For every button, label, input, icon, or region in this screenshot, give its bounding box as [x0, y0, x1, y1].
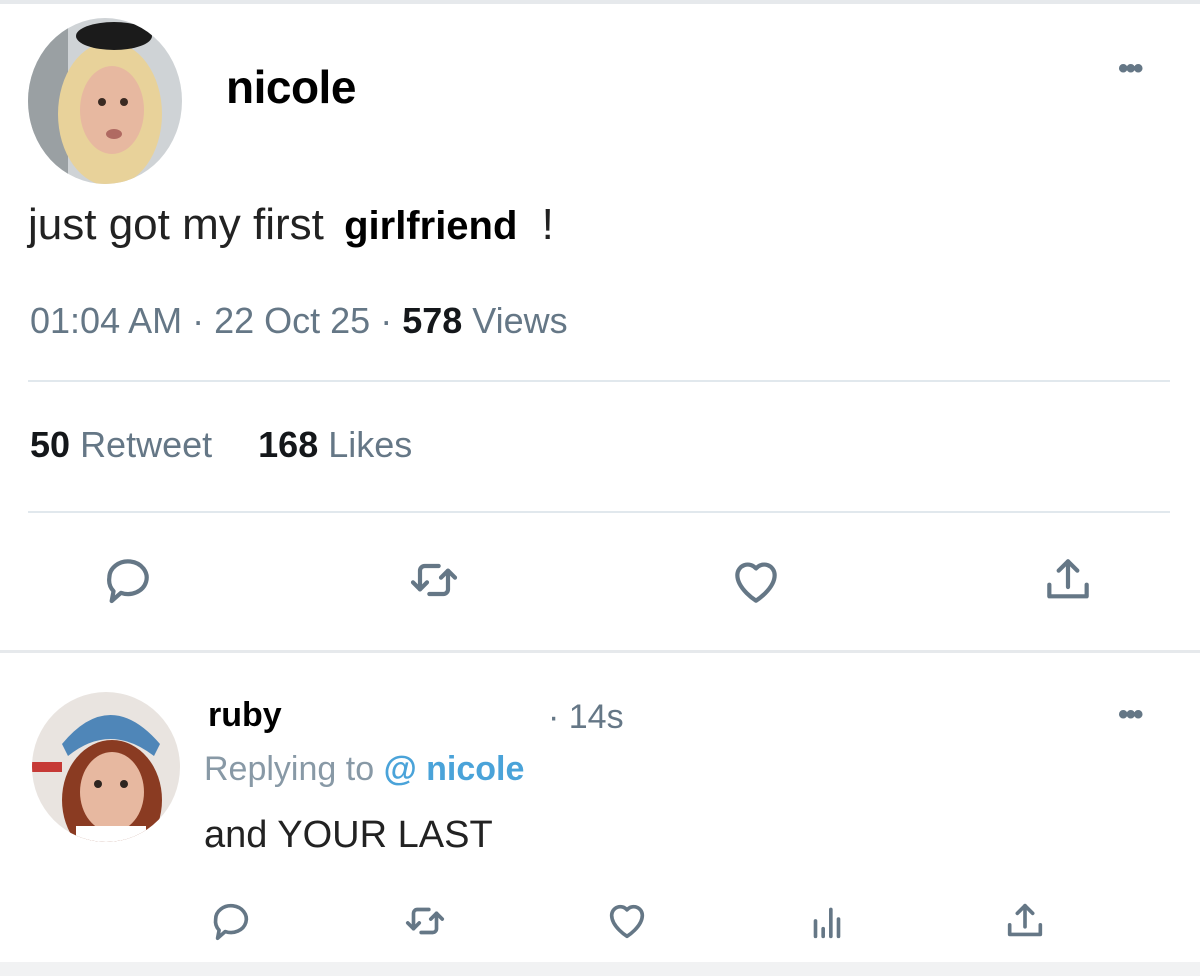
tweet-time[interactable]: 01:04 AM [30, 300, 182, 341]
more-options-icon[interactable]: ••• [1118, 52, 1143, 86]
mention-link[interactable]: @ nicole [384, 750, 525, 788]
tweet-meta: 01:04 AM · 22 Oct 25 · 578 Views [30, 300, 568, 341]
likes-count[interactable]: 168 [258, 424, 318, 465]
retweets-count[interactable]: 50 [30, 424, 70, 465]
reply-more-options-icon[interactable]: ••• [1118, 698, 1143, 732]
share-icon[interactable] [1002, 898, 1048, 944]
replying-label: Replying to [204, 750, 375, 788]
divider [28, 511, 1170, 513]
tweet-text: just got my first girlfriend ! [28, 200, 554, 250]
reply-time[interactable]: · 14s [548, 698, 624, 737]
reply-author-avatar[interactable] [32, 692, 180, 842]
analytics-icon[interactable] [804, 898, 850, 944]
retweet-icon[interactable] [406, 552, 462, 608]
likes-label[interactable]: Likes [328, 424, 412, 465]
reply-icon[interactable] [208, 898, 254, 944]
views-count: 578 [402, 300, 463, 341]
section-divider [0, 650, 1200, 653]
retweet-icon[interactable] [402, 898, 448, 944]
share-icon[interactable] [1040, 552, 1096, 608]
author-name[interactable]: nicole [226, 60, 356, 114]
reply-text: and YOUR LAST [204, 814, 493, 856]
like-icon[interactable] [604, 898, 650, 944]
replying-to: Replying to @ nicole [204, 750, 524, 789]
reply-icon[interactable] [100, 552, 156, 608]
retweets-label[interactable]: Retweet [80, 424, 212, 465]
tweet-text-start: just got my first [28, 200, 324, 249]
top-border [0, 0, 1200, 4]
views-label: Views [472, 300, 568, 341]
divider [28, 380, 1170, 382]
reply-author-name[interactable]: ruby [208, 696, 282, 735]
tweet-date[interactable]: 22 Oct 25 [214, 300, 370, 341]
tweet-text-highlight: girlfriend [344, 204, 518, 248]
bottom-border [0, 962, 1200, 976]
like-icon[interactable] [728, 554, 784, 610]
tweet-text-end: ! [541, 200, 554, 249]
tweet-stats: 50 Retweet 168 Likes [30, 424, 412, 466]
author-avatar[interactable] [28, 18, 182, 184]
